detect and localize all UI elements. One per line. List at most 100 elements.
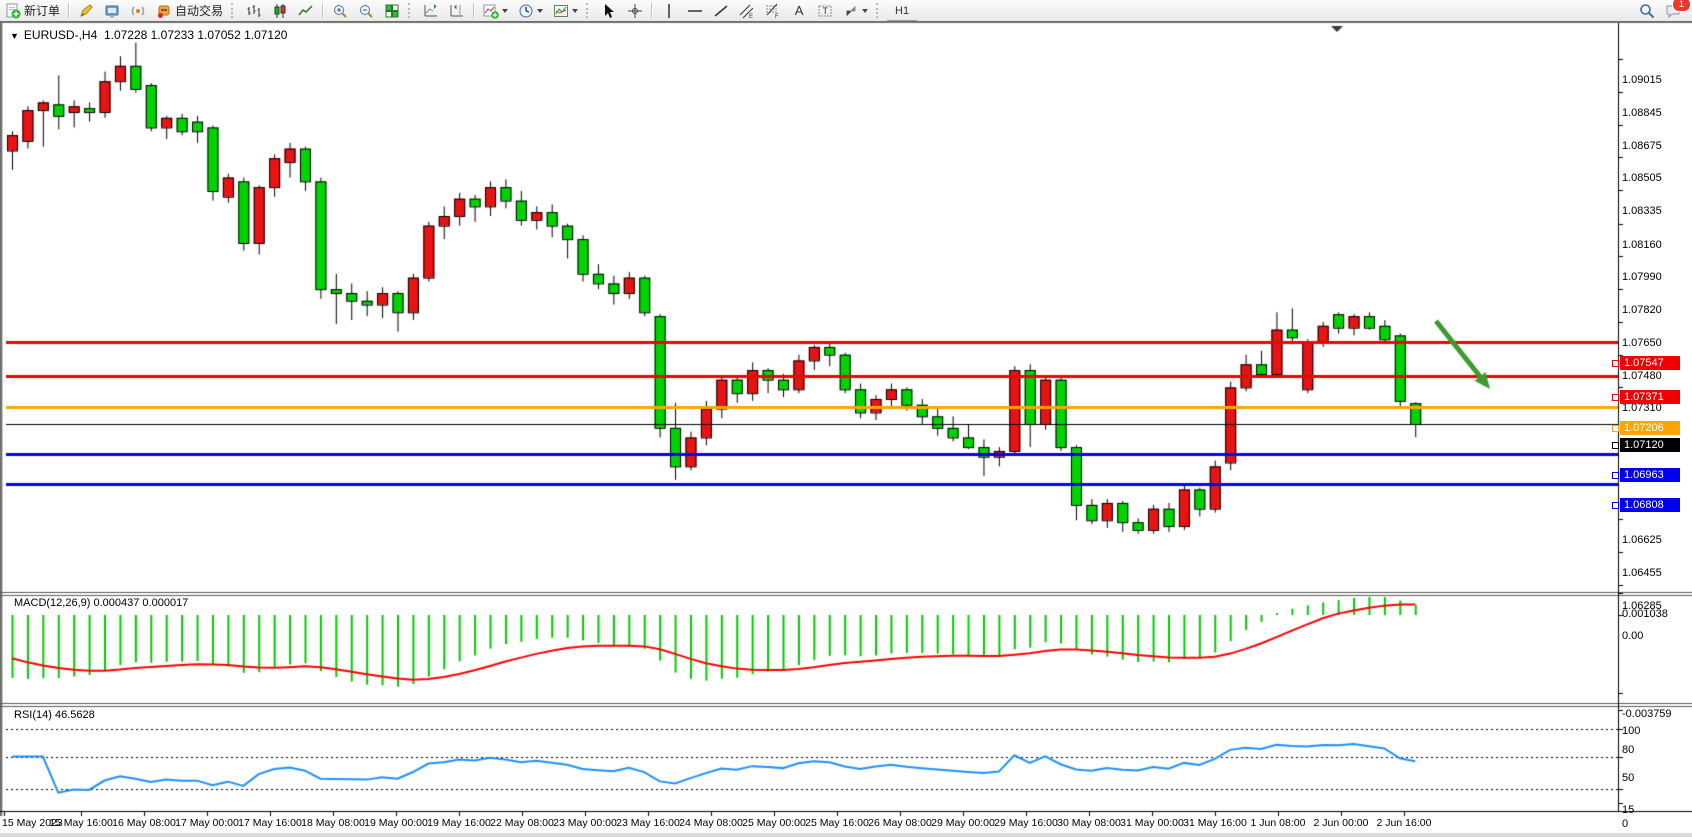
tile-windows-button[interactable] [380, 1, 404, 20]
price-tick-label: 1.07310 [1622, 402, 1662, 414]
price-tick-label: 1.06455 [1622, 567, 1662, 579]
candlestick-chart-button[interactable] [268, 1, 292, 20]
toolbar-separator [473, 3, 475, 18]
toolbar-drag-handle[interactable] [586, 3, 593, 18]
macd-values: 0.000437 0.000017 [93, 597, 188, 609]
time-axis-label: 24 May 08:00 [679, 817, 743, 829]
toolbar-drag-handle[interactable] [876, 3, 883, 18]
svg-text:F: F [775, 14, 779, 19]
equidistant-channel-tool[interactable]: E [735, 1, 759, 20]
bars-chart-icon [246, 3, 262, 19]
arrows-tool[interactable] [839, 1, 872, 20]
svg-text:T: T [823, 6, 829, 16]
toolbar-separator [322, 3, 324, 18]
chart-ohlc-header: ▼EURUSD-,H4 1.07228 1.07233 1.07052 1.07… [10, 28, 287, 42]
hline-anchor-square [1612, 394, 1619, 401]
horizontal-line-icon [687, 3, 703, 19]
time-axis-label: 19 May 00:00 [364, 817, 428, 829]
arrows-icon [843, 3, 859, 19]
new-order-button[interactable]: 新订单 [1, 1, 64, 20]
fibonacci-icon: F [765, 3, 781, 19]
hline-anchor-square [1612, 502, 1619, 509]
clock-icon [518, 3, 534, 19]
indicators-button[interactable] [479, 1, 512, 20]
line-chart-button[interactable] [294, 1, 318, 20]
search-button[interactable] [1635, 1, 1659, 20]
macd-axis-label: 0.001038 [1622, 608, 1668, 620]
main-toolbar: 新订单 自动交易 [0, 0, 1692, 22]
vertical-line-tool[interactable] [657, 1, 681, 20]
autotrading-button[interactable]: 自动交易 [152, 1, 227, 20]
pencil-icon [78, 3, 94, 19]
price-tick-label: 1.08845 [1622, 107, 1662, 119]
hline-anchor-square [1612, 472, 1619, 479]
toolbar-drag-handle[interactable] [408, 3, 415, 18]
rsi-axis-label: 0 [1622, 818, 1628, 830]
metaeditor-button[interactable] [74, 1, 98, 20]
periods-button[interactable] [514, 1, 547, 20]
rsi-axis-label: 15 [1622, 804, 1634, 816]
time-axis-label: 2 Jun 16:00 [1377, 817, 1432, 829]
price-tick-label: 1.08160 [1622, 239, 1662, 251]
time-axis-label: 1 Jun 08:00 [1251, 817, 1306, 829]
hline-price-label: 1.07547 [1620, 356, 1680, 370]
rsi-indicator-label: RSI(14) 46.5628 [14, 709, 95, 721]
hline-anchor-square [1612, 425, 1619, 432]
signal-button[interactable] [126, 1, 150, 20]
channel-icon: E [739, 3, 755, 19]
horizontal-line-tool[interactable] [683, 1, 707, 20]
auto-scroll-icon [423, 3, 439, 19]
hline-anchor-square [1612, 360, 1619, 367]
zoom-in-button[interactable] [328, 1, 352, 20]
one-click-trading-toggle[interactable]: ▼ [10, 31, 19, 41]
rsi-axis-label: 100 [1622, 725, 1640, 737]
search-icon [1639, 3, 1655, 19]
cursor-button[interactable] [597, 1, 621, 20]
price-chart-canvas[interactable] [0, 21, 1692, 837]
hline-price-label: 1.07206 [1620, 421, 1680, 435]
text-icon: A [791, 3, 807, 18]
candlesticks-icon [272, 3, 288, 19]
text-tool[interactable]: A [787, 1, 811, 20]
trendline-tool[interactable] [709, 1, 733, 20]
time-axis-label: 15 May 16:00 [49, 817, 113, 829]
svg-text:E: E [749, 14, 753, 19]
terminal-button[interactable] [100, 1, 124, 20]
price-tick-label: 1.07820 [1622, 304, 1662, 316]
chart-ohlc-values: 1.07228 1.07233 1.07052 1.07120 [104, 28, 288, 42]
zoom-out-icon [358, 3, 374, 19]
crosshair-button[interactable] [623, 1, 647, 20]
timeframe-button-h1[interactable]: H1 [887, 1, 917, 20]
zoom-out-button[interactable] [354, 1, 378, 20]
new-order-label: 新订单 [24, 2, 60, 19]
time-axis-label: 17 May 16:00 [238, 817, 302, 829]
time-axis-label: 22 May 08:00 [490, 817, 554, 829]
templates-button[interactable] [549, 1, 582, 20]
zoom-in-icon [332, 3, 348, 19]
autotrading-icon [156, 3, 172, 19]
time-axis-label: 25 May 00:00 [742, 817, 806, 829]
hline-price-label: 1.07371 [1620, 390, 1680, 404]
toolbar-drag-handle[interactable] [231, 3, 238, 18]
templates-icon [553, 3, 569, 19]
auto-scroll-button[interactable] [419, 1, 443, 20]
text-label-tool[interactable]: T [813, 1, 837, 20]
time-axis-label: 17 May 00:00 [175, 817, 239, 829]
hline-price-label: 1.06963 [1620, 468, 1680, 482]
time-axis-label: 31 May 00:00 [1120, 817, 1184, 829]
price-tick-label: 1.07650 [1622, 337, 1662, 349]
tile-windows-icon [384, 3, 400, 19]
crosshair-icon [627, 3, 643, 19]
price-tick-label: 1.07480 [1622, 370, 1662, 382]
time-axis-label: 16 May 08:00 [112, 817, 176, 829]
chart-shift-button[interactable] [445, 1, 469, 20]
rsi-axis-label: 50 [1622, 772, 1634, 784]
macd-axis-label: -0.003759 [1622, 708, 1672, 720]
dropdown-caret-icon [572, 9, 578, 13]
fibonacci-tool[interactable]: F [761, 1, 785, 20]
chat-notifications-button[interactable]: 1 [1661, 1, 1685, 20]
price-tick-label: 1.07990 [1622, 271, 1662, 283]
price-tick-label: 1.08335 [1622, 205, 1662, 217]
chart-window: ▼EURUSD-,H4 1.07228 1.07233 1.07052 1.07… [0, 21, 1692, 837]
bars-chart-button[interactable] [242, 1, 266, 20]
